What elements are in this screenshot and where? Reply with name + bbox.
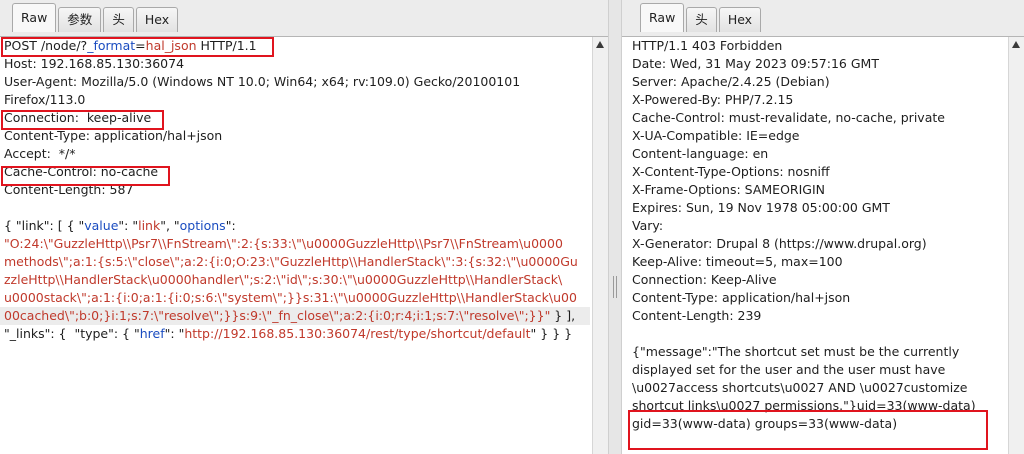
request-tab-params[interactable]: 参数 bbox=[58, 7, 102, 32]
response-header-line: Vary: bbox=[632, 218, 664, 233]
request-tabbar: Raw 参数 头 Hex bbox=[0, 0, 608, 37]
response-header-line: Connection: Keep-Alive bbox=[632, 272, 777, 287]
request-http-version: HTTP/1.1 bbox=[200, 38, 257, 53]
request-header-line: Content-Type: application/hal+json bbox=[4, 128, 223, 143]
response-body-line: shortcut links\u0027 permissions."}uid=3… bbox=[632, 398, 976, 413]
response-header-line: X-UA-Compatible: IE=edge bbox=[632, 128, 800, 143]
request-header-line: User-Agent: Mozilla/5.0 (Windows NT 10.0… bbox=[4, 74, 521, 89]
json-value: http://192.168.85.130:36074/rest/type/sh… bbox=[184, 326, 531, 341]
request-param-value: hal_json bbox=[145, 38, 197, 53]
response-tabbar: Raw 头 Hex bbox=[622, 0, 1024, 37]
request-editor[interactable]: POST /node/?_format=hal_json HTTP/1.1 Ho… bbox=[0, 37, 590, 454]
response-header-line: X-Frame-Options: SAMEORIGIN bbox=[632, 182, 826, 197]
response-header-line: Cache-Control: must-revalidate, no-cache… bbox=[632, 110, 945, 125]
response-header-line: Content-Length: 239 bbox=[632, 308, 762, 323]
request-blank-line bbox=[0, 199, 590, 217]
json-text: } ], bbox=[550, 308, 576, 323]
response-tab-raw[interactable]: Raw bbox=[640, 3, 685, 32]
json-text: { "link": [ { " bbox=[4, 218, 85, 233]
response-header-line: Keep-Alive: timeout=5, max=100 bbox=[632, 254, 843, 269]
payload-line-current: 00cached\";b:0;}i:1;s:7:\"resolve\";}}s:… bbox=[0, 307, 590, 325]
payload-line: u0000stack\";a:1:{i:0;a:1:{i:0;s:6:\"sys… bbox=[4, 290, 577, 305]
response-header-line: Content-Type: application/hal+json bbox=[632, 290, 851, 305]
request-body-line: { "link": [ { "value": "link", "options"… bbox=[0, 217, 590, 235]
request-header-line: Firefox/113.0 bbox=[4, 92, 86, 107]
json-key: href bbox=[139, 326, 165, 341]
response-body-line: \u0027access shortcuts\u0027 AND \u0027c… bbox=[632, 380, 968, 395]
request-body-line: "_links": { "type": { "href": "http://19… bbox=[0, 325, 590, 343]
request-tab-hex[interactable]: Hex bbox=[135, 7, 179, 32]
response-body-line: displayed set for the user and the user … bbox=[632, 362, 946, 377]
pane-divider[interactable] bbox=[608, 0, 622, 454]
request-method: POST bbox=[4, 38, 37, 53]
json-key: options bbox=[179, 218, 226, 233]
scroll-up-arrow-icon[interactable] bbox=[596, 41, 604, 48]
request-scrollbar[interactable] bbox=[592, 37, 608, 454]
request-path: /node/? bbox=[40, 38, 88, 53]
payload-text: 00cached\";b:0;}i:1;s:7:\"resolve\";}}s:… bbox=[4, 308, 551, 323]
response-tab-headers[interactable]: 头 bbox=[686, 7, 717, 32]
request-header-line: Content-Length: 587 bbox=[4, 182, 134, 197]
json-text: " } } } bbox=[530, 326, 573, 341]
request-tabs: Raw 参数 头 Hex bbox=[12, 3, 179, 32]
json-text: ": " bbox=[118, 218, 139, 233]
scroll-up-arrow-icon[interactable] bbox=[1012, 41, 1020, 48]
payload-line: "O:24:\"GuzzleHttp\\Psr7\\FnStream\":2:{… bbox=[4, 236, 563, 251]
request-param-name: _format bbox=[87, 38, 136, 53]
request-line: POST /node/?_format=hal_json HTTP/1.1 bbox=[0, 37, 590, 55]
request-param-eq: = bbox=[135, 38, 146, 53]
json-key: value bbox=[84, 218, 119, 233]
request-header-line: Cache-Control: no-cache bbox=[4, 164, 159, 179]
response-header-line: X-Powered-By: PHP/7.2.15 bbox=[632, 92, 794, 107]
request-header-line: Connection: keep-alive bbox=[4, 110, 152, 125]
response-scrollbar[interactable] bbox=[1008, 37, 1024, 454]
response-header-line: Expires: Sun, 19 Nov 1978 05:00:00 GMT bbox=[632, 200, 890, 215]
json-text: "_links": { "type": { " bbox=[4, 326, 140, 341]
request-pane: Raw 参数 头 Hex POST /node/?_format=hal_jso… bbox=[0, 0, 608, 454]
response-editor[interactable]: HTTP/1.1 403 Forbidden Date: Wed, 31 May… bbox=[628, 37, 1006, 454]
response-header-line: X-Generator: Drupal 8 (https://www.drupa… bbox=[632, 236, 927, 251]
json-text: ", " bbox=[160, 218, 180, 233]
response-header-line: X-Content-Type-Options: nosniff bbox=[632, 164, 830, 179]
response-pane: Raw 头 Hex HTTP/1.1 403 Forbidden Date: W… bbox=[622, 0, 1024, 454]
request-header-line: Host: 192.168.85.130:36074 bbox=[4, 56, 185, 71]
burp-repeater: Raw 参数 头 Hex POST /node/?_format=hal_jso… bbox=[0, 0, 1024, 454]
json-text: ": bbox=[225, 218, 236, 233]
response-blank-line bbox=[628, 325, 1006, 343]
response-tab-hex[interactable]: Hex bbox=[718, 7, 762, 32]
response-header-line: Date: Wed, 31 May 2023 09:57:16 GMT bbox=[632, 56, 879, 71]
response-header-line: Content-language: en bbox=[632, 146, 769, 161]
request-tab-raw[interactable]: Raw bbox=[12, 3, 57, 32]
response-status-line: HTTP/1.1 403 Forbidden bbox=[632, 38, 783, 53]
payload-line: methods\";a:1:{s:5:\"close\";a:2:{i:0;O:… bbox=[4, 254, 578, 269]
request-tab-headers[interactable]: 头 bbox=[103, 7, 134, 32]
json-text: ": " bbox=[164, 326, 185, 341]
request-header-line: Accept: */* bbox=[4, 146, 76, 161]
response-body-line: {"message":"The shortcut set must be the… bbox=[632, 344, 960, 359]
json-value: link bbox=[138, 218, 161, 233]
response-body-line: gid=33(www-data) groups=33(www-data) bbox=[632, 416, 898, 431]
divider-grip-icon[interactable] bbox=[613, 276, 617, 298]
response-header-line: Server: Apache/2.4.25 (Debian) bbox=[632, 74, 830, 89]
payload-line: zzleHttp\\HandlerStack\u0000handler\";s:… bbox=[4, 272, 563, 287]
response-tabs: Raw 头 Hex bbox=[640, 3, 762, 32]
